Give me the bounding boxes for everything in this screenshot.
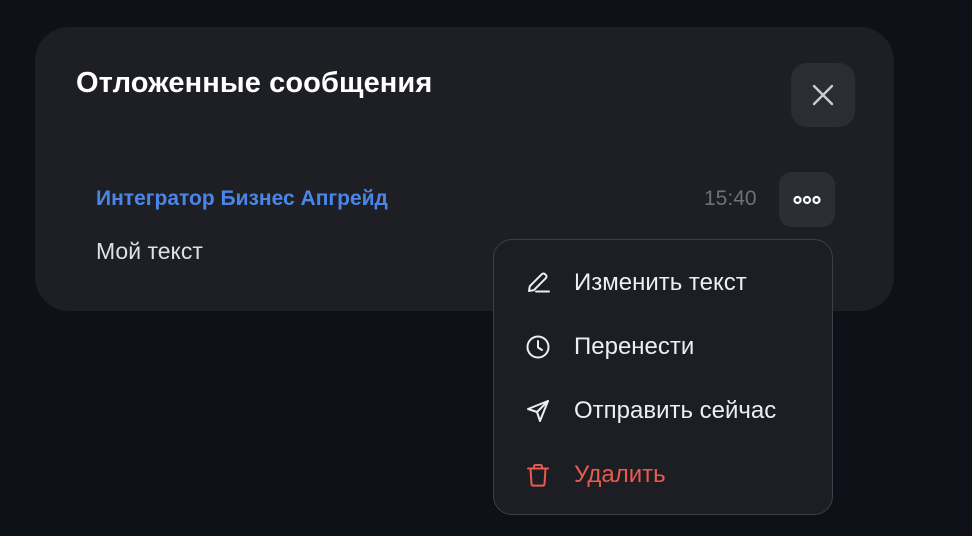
more-horizontal-icon [793,195,821,204]
menu-item-reschedule[interactable]: Перенести [494,317,832,377]
panel-title: Отложенные сообщения [76,67,433,99]
menu-item-send-now[interactable]: Отправить сейчас [494,381,832,441]
menu-item-edit-text[interactable]: Изменить текст [494,253,832,313]
menu-item-label: Перенести [574,333,695,360]
close-button[interactable] [791,63,855,127]
message-time: 15:40 [704,187,757,210]
menu-item-delete[interactable]: Удалить [494,445,832,505]
message-more-button[interactable] [779,172,835,227]
clock-icon [522,331,554,363]
close-icon [812,84,834,106]
trash-icon [522,459,554,491]
menu-item-label: Удалить [574,461,666,488]
menu-item-label: Отправить сейчас [574,397,777,424]
message-author[interactable]: Интегратор Бизнес Апгрейд [96,185,388,213]
menu-item-label: Изменить текст [574,269,747,296]
message-context-menu: Изменить текст Перенести Отправить сейча… [493,239,833,515]
send-icon [522,395,554,427]
message-text: Мой текст [96,238,203,264]
pencil-icon [522,267,554,299]
